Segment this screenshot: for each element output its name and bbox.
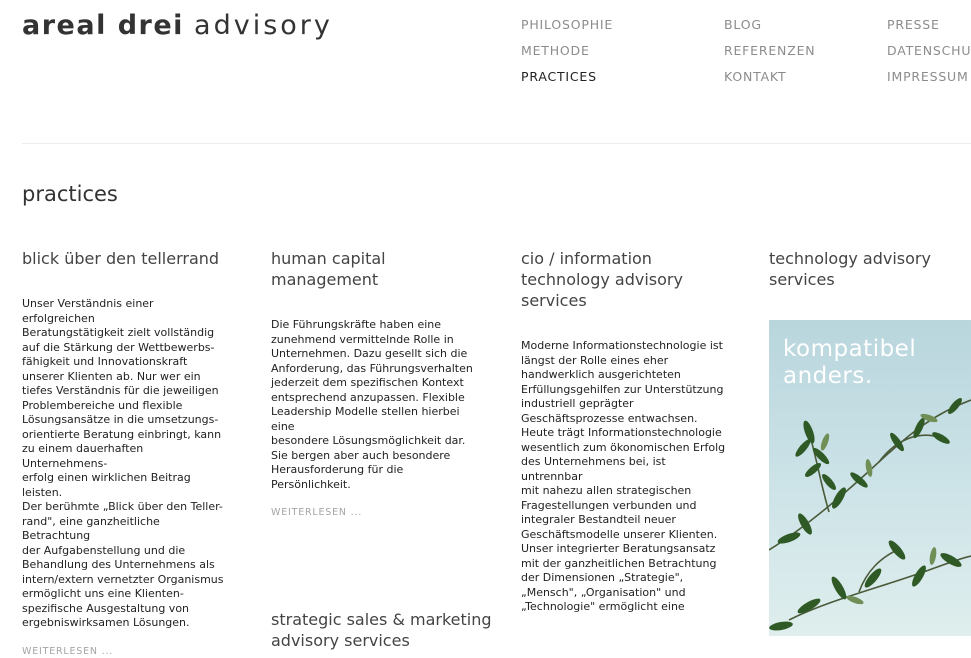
text-line: der Dimensionen „Strategie", [521,571,684,584]
practice-title-line: human capital [271,249,386,268]
practice-strategic-sales-marketing: strategic sales & marketing advisory ser… [271,609,501,651]
nav-datenschutz[interactable]: DATENSCHUTZ [887,43,971,58]
text-line: mit der ganzheitlichen Betrachtung [521,556,717,570]
page-title: practices [22,182,118,206]
practice-technology-advisory-services: technology advisory services [769,248,969,290]
nav-blog[interactable]: BLOG [724,17,762,32]
text-line: Die Führungskräfte haben eine [271,318,442,331]
text-line: integraler Bestandteil neuer [521,513,676,526]
text-line: Unternehmen. Dazu gesellt sich die [271,347,468,360]
practice-title-line: strategic sales & marketing [271,610,492,629]
text-line: längst der Rolle eines eher [521,353,669,367]
practice-title-line: services [521,291,587,310]
practice-blick-ueber-den-tellerrand: blick über den tellerrand Unser Verständ… [22,248,227,658]
text-line: intern/extern vernetzter Organismus [22,572,224,586]
practice-text: Moderne Informationstechnologie ist läng… [521,339,726,615]
text-line: „Mensch", „Organisation" und [521,585,686,599]
text-line: fähigkeit und Innovationskraft [22,355,188,368]
weiterlesen-link[interactable]: WEITERLESEN ... [22,646,113,657]
practice-title[interactable]: blick über den tellerrand [22,248,227,269]
text-line: Persönlichkeit. [271,477,351,491]
text-line: Sie bergen aber auch besondere [271,448,451,462]
nav-presse[interactable]: PRESSE [887,17,940,32]
text-line: „Technologie" ermöglicht eine [521,600,685,613]
text-line: handwerklich ausgerichteten [521,368,681,381]
branch-leaves [769,398,962,631]
text-line: spezifische Ausgestaltung von [22,601,190,615]
text-line: entsprechend anzupassen. Flexible [271,390,465,404]
text-line: Erfüllungsgehilfen zur Unterstützung [521,382,724,396]
text-line: Leadership Modelle stellen hierbei eine [271,405,460,433]
nav-philosophie[interactable]: PHILOSOPHIE [521,17,613,32]
text-line: Anforderung, das Führungsverhalten [271,361,473,375]
practice-human-capital-management: human capital management Die Führungskrä… [271,248,476,519]
text-line: industriell geprägter [521,397,634,410]
text-line: Der berühmte „Blick über den Teller- [22,500,223,513]
text-line: Beratungstätigkeit zielt vollständig [22,326,215,339]
text-line: ermöglicht uns eine Klienten- [22,587,184,600]
promo-line: kompatibel [783,336,917,362]
practice-title-line: services [769,270,835,289]
text-line: jederzeit dem spezifischen Kontext [271,376,464,389]
text-line: des Unternehmens bei, ist untrennbar [521,455,666,483]
nav-impressum[interactable]: IMPRESSUM [887,69,969,84]
text-line: tiefes Verständnis für die jeweiligen [22,384,219,397]
practice-text: Unser Verständnis einer erfolgreichen Be… [22,297,227,631]
nav-methode[interactable]: METHODE [521,43,590,58]
practice-text: Die Führungskräfte haben eine zunehmend … [271,318,476,492]
weiterlesen-link[interactable]: WEITERLESEN ... [271,507,362,518]
text-line: zu einem dauerhaften Unternehmens- [22,442,144,470]
text-line: ergebniswirksamen Lösungen. [22,616,190,629]
logo-light: advisory [194,10,333,41]
logo-bold: areal drei [22,10,184,41]
text-line: Unser integrierter Beratungsansatz [521,542,716,555]
practice-title-line: technology advisory [521,270,683,289]
branch-stems [769,399,971,621]
practice-title[interactable]: cio / information technology advisory se… [521,248,726,311]
text-line: Geschäftsmodelle unserer Klienten. [521,527,718,541]
text-line: zunehmend vermittelnde Rolle in [271,332,454,346]
text-line: Problembereiche und flexible [22,398,183,412]
practice-title-line: cio / information [521,249,652,268]
text-line: wesentlich zum ökonomischen Erfolg [521,440,726,454]
practice-title[interactable]: strategic sales & marketing advisory ser… [271,609,501,651]
text-line: besondere Lösungsmöglichkeit dar. [271,434,466,447]
text-line: Moderne Informationstechnologie ist [521,339,723,352]
header-divider [22,143,971,144]
text-line: der Aufgabenstellung und die [22,543,186,557]
nav-referenzen[interactable]: REFERENZEN [724,43,815,58]
site-logo[interactable]: areal drei advisory [22,10,333,41]
practice-title-line: technology advisory [769,249,931,268]
text-line: Geschäftsprozesse entwachsen. [521,411,698,425]
nav-kontakt[interactable]: KONTAKT [724,69,786,84]
promo-slogan: kompatibel anders. [783,336,916,390]
text-line: erfolg einen wirklichen Beitrag leisten. [22,471,191,499]
promo-image[interactable]: kompatibel anders. [769,320,971,636]
text-line: Fragestellungen verbunden und [521,498,697,512]
text-line: auf die Stärkung der Wettbewerbs- [22,340,215,354]
practice-title[interactable]: technology advisory services [769,248,969,290]
text-line: mit nahezu allen strategischen [521,484,692,497]
text-line: unserer Klienten ab. Nur wer ein [22,369,201,383]
promo-line: anders. [783,363,873,389]
text-line: Lösungsansätze in die umsetzungs- [22,413,219,426]
text-line: orientierte Beratung einbringt, kann [22,427,222,441]
practice-title-line: advisory services [271,631,410,650]
text-line: Herausforderung für die [271,463,404,476]
text-line: Unser Verständnis einer erfolgreichen [22,297,154,325]
practice-title-line: management [271,270,379,289]
text-line: Heute trägt Informationstechnologie [521,426,722,439]
practice-cio-information-technology: cio / information technology advisory se… [521,248,726,615]
practice-title-line: blick über den tellerrand [22,249,220,268]
text-line: rand", eine ganzheitliche Betrachtung [22,514,160,543]
text-line: Behandlung des Unternehmens als [22,558,215,571]
practice-title[interactable]: human capital management [271,248,476,290]
nav-practices[interactable]: PRACTICES [521,69,597,84]
